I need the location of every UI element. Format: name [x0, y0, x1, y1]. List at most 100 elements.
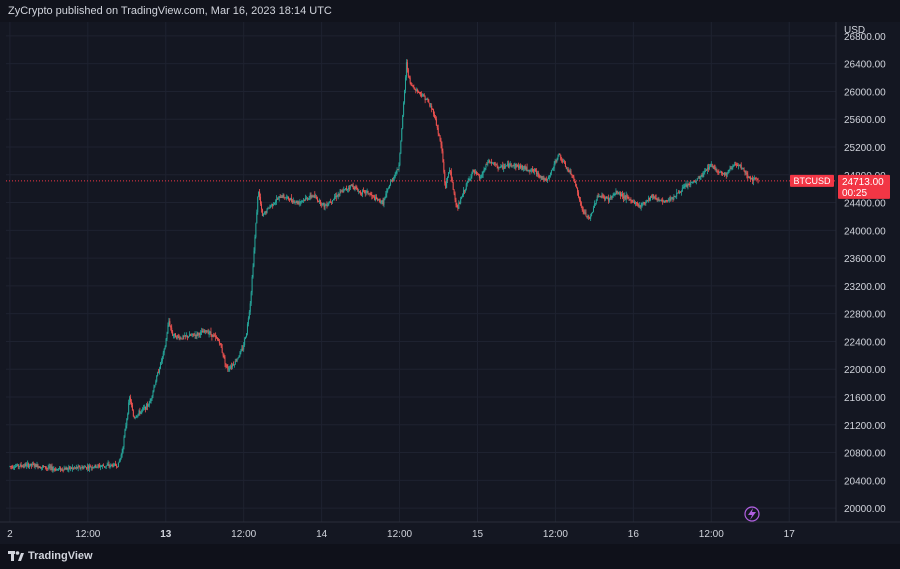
candle-body: [202, 331, 204, 333]
candle-body: [709, 164, 711, 167]
candle-body: [439, 135, 441, 141]
candle-body: [517, 164, 519, 166]
candle-body: [200, 331, 202, 335]
candle-body: [532, 168, 534, 171]
candle-body: [180, 337, 182, 339]
candle-body: [119, 458, 121, 461]
candle-body: [492, 162, 494, 164]
candle-body: [260, 203, 262, 210]
price-tag-countdown: 00:25: [842, 188, 867, 199]
candle-body: [658, 199, 660, 201]
candle-body: [392, 177, 394, 181]
candle-body: [519, 165, 521, 168]
chart-area[interactable]: 20000.00 20400.00 20800.00 21200.00 21600.00…: [0, 22, 900, 544]
candle-body: [303, 199, 305, 201]
candle-body: [31, 463, 33, 466]
candle-body: [435, 118, 437, 126]
candle-body: [682, 187, 684, 189]
candle-body: [191, 333, 193, 335]
candle-body: [432, 109, 434, 111]
candle-body: [554, 160, 556, 164]
candle-body: [749, 177, 751, 178]
candle-body: [67, 468, 69, 470]
candle-body: [234, 360, 236, 365]
candle-body: [139, 411, 141, 414]
candle-body: [203, 330, 205, 332]
candle-body: [87, 466, 89, 469]
candle-body: [167, 325, 169, 334]
candle-body: [604, 197, 606, 200]
candle-body: [558, 153, 560, 157]
candle-body: [578, 197, 580, 201]
candle-body: [508, 163, 510, 168]
x-tick-label: 13: [160, 529, 172, 540]
candle-body: [637, 204, 639, 206]
candle-body: [689, 184, 691, 185]
candle-body: [463, 190, 465, 192]
candle-body: [540, 176, 542, 178]
candle-body: [412, 85, 414, 88]
x-tick-label: 14: [316, 529, 328, 540]
candlestick-chart[interactable]: 20000.00 20400.00 20800.00 21200.00 21600.00…: [0, 22, 900, 544]
candle-body: [694, 181, 696, 183]
candle-body: [482, 172, 484, 175]
candle-body: [429, 103, 431, 107]
tradingview-logo-icon: [8, 551, 24, 561]
candle-body: [22, 465, 24, 467]
candle-body: [71, 467, 73, 469]
candle-body: [642, 202, 644, 204]
candle-body: [484, 168, 486, 169]
candle-body: [719, 172, 721, 174]
candle-body: [626, 195, 628, 197]
candle-body: [569, 171, 571, 172]
candle-body: [663, 201, 665, 203]
symbol-tag-label: BTCUSD: [793, 176, 831, 186]
candle-body: [497, 166, 499, 169]
y-tick-label: 20400.00: [844, 476, 886, 487]
candle-body: [229, 368, 231, 370]
candle-body: [309, 194, 311, 198]
candle-body: [730, 168, 732, 170]
candle-body: [375, 197, 377, 200]
candle-body: [738, 164, 740, 166]
candle-body: [581, 206, 583, 210]
candle-body: [383, 199, 385, 205]
candle-body: [530, 170, 532, 172]
candle-body: [35, 464, 37, 468]
candle-body: [19, 464, 21, 467]
candle-body: [713, 166, 715, 169]
candle-body: [210, 331, 212, 335]
candle-body: [29, 465, 31, 468]
candle-body: [511, 165, 513, 167]
candle-body: [130, 401, 132, 406]
candle-body: [619, 192, 621, 194]
candle-body: [29, 463, 31, 466]
candle-body: [117, 462, 119, 468]
candle-body: [625, 195, 627, 199]
candle-body: [587, 215, 589, 217]
candle-body: [670, 198, 672, 200]
candle-body: [683, 186, 685, 188]
candle-body: [448, 172, 450, 177]
candle-body: [30, 463, 32, 466]
y-tick-label: 23200.00: [844, 282, 886, 293]
candle-body: [224, 357, 226, 364]
candle-body: [59, 467, 61, 471]
candle-body: [677, 192, 679, 194]
candle-body: [225, 363, 227, 365]
candle-body: [669, 199, 671, 201]
candle-body: [397, 169, 399, 171]
candle-body: [206, 331, 208, 333]
candle-body: [286, 197, 288, 198]
candle-body: [172, 331, 174, 336]
candle-body: [288, 196, 290, 200]
candle-body: [43, 466, 45, 467]
candle-body: [341, 190, 343, 192]
candle-body: [218, 340, 220, 344]
x-tick-label: 16: [628, 529, 640, 540]
candle-body: [390, 181, 392, 186]
candle-body: [228, 368, 230, 370]
candle-body: [195, 334, 197, 337]
candle-body: [183, 335, 185, 337]
tradingview-logo[interactable]: TradingView: [8, 550, 93, 562]
